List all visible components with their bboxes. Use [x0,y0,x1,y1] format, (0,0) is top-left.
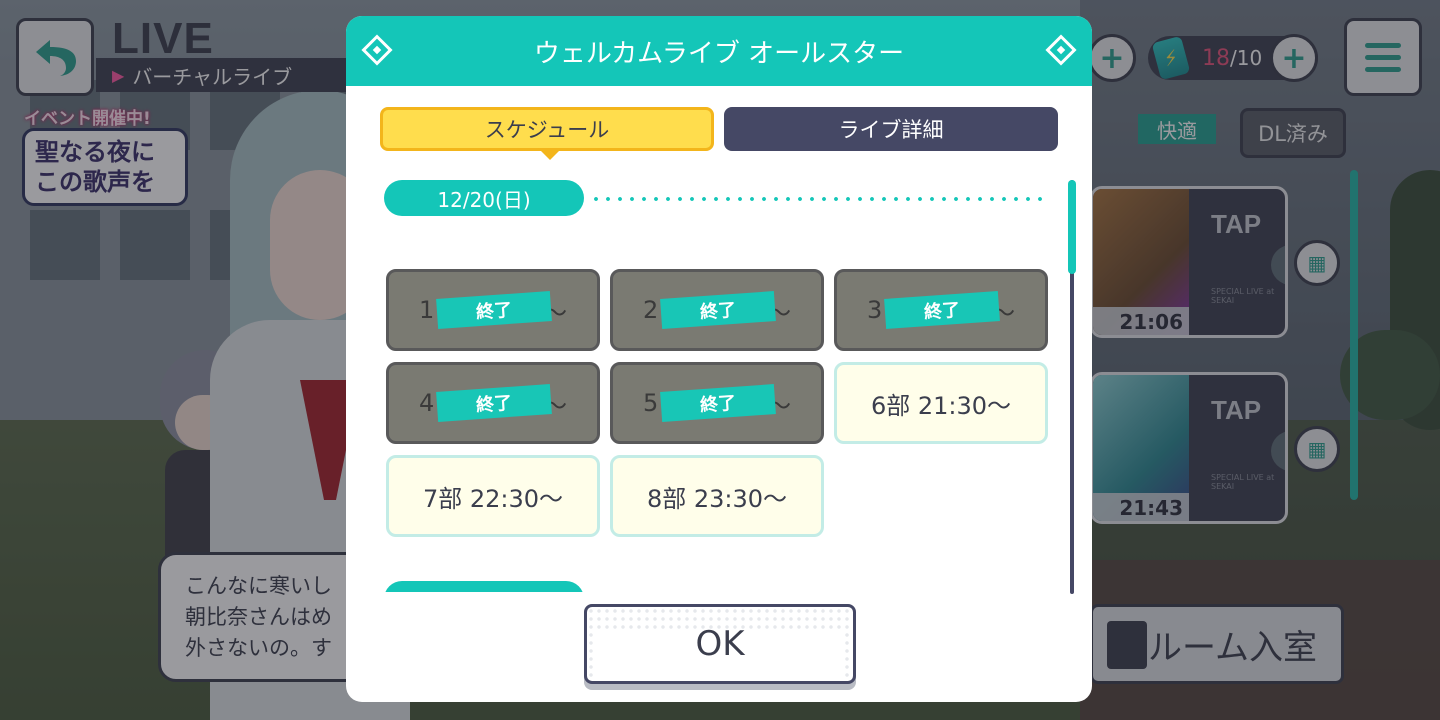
slot-prefix: 5 [643,389,659,417]
ended-stamp: 終了 [436,291,552,329]
ok-label: OK [695,624,745,664]
ended-stamp: 終了 [884,291,1000,329]
schedule-scrollbar-thumb[interactable] [1068,180,1076,274]
schedule-slot-ended[interactable]: 5 〜 終了 [610,362,824,444]
schedule-slot[interactable]: 7部 22:30〜 [386,455,600,537]
schedule-list[interactable]: 12/20(日) 1 〜 終了 2 〜 終了 3 〜 終了 4 〜 終了 5 〜… [346,166,1092,592]
schedule-slot[interactable]: 8部 23:30〜 [610,455,824,537]
schedule-slot-ended[interactable]: 4 〜 終了 [386,362,600,444]
tab-live-details[interactable]: ライブ詳細 [724,107,1058,151]
modal-header: ウェルカムライブ オールスター [346,16,1092,86]
schedule-slot-ended[interactable]: 2 〜 終了 [610,269,824,351]
date-header: 12/20(日) [384,180,584,216]
ended-stamp: 終了 [660,384,776,422]
tab-schedule[interactable]: スケジュール [380,107,714,160]
diamond-deco-icon [1045,34,1077,66]
ok-button[interactable]: OK [584,604,856,684]
slot-prefix: 3 [867,296,883,324]
slot-prefix: 1 [419,296,435,324]
schedule-slot-ended[interactable]: 1 〜 終了 [386,269,600,351]
modal-title: ウェルカムライブ オールスター [533,38,905,69]
diamond-deco-icon [361,34,393,66]
slot-prefix: 4 [419,389,435,417]
slot-prefix: 2 [643,296,659,324]
schedule-slot-ended[interactable]: 3 〜 終了 [834,269,1048,351]
ended-stamp: 終了 [436,384,552,422]
schedule-modal: ウェルカムライブ オールスター スケジュール ライブ詳細 12/20(日) 1 … [346,16,1092,702]
ended-stamp: 終了 [660,291,776,329]
schedule-slot[interactable]: 6部 21:30〜 [834,362,1048,444]
date-header: 12/21(月) [384,581,584,592]
dotted-divider [590,197,1050,201]
